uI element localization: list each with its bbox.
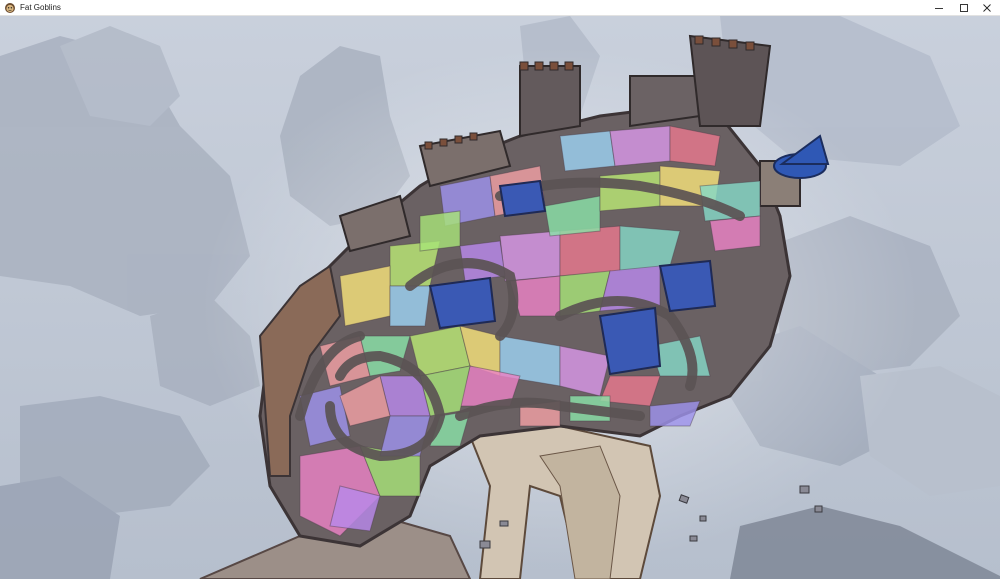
navmesh-region — [609, 125, 671, 167]
game-window: Fat Goblins — [0, 0, 1000, 579]
navmesh-region — [559, 130, 616, 172]
castle-scene[interactable] — [0, 16, 1000, 579]
navmesh-region — [709, 215, 761, 252]
navmesh-region — [419, 210, 461, 252]
minimize-button[interactable] — [926, 0, 952, 16]
game-viewport[interactable] — [0, 16, 1000, 579]
goblin-face-icon — [5, 2, 15, 13]
close-button[interactable] — [974, 0, 1000, 16]
maximize-icon — [960, 4, 968, 12]
navmesh-region — [339, 265, 391, 327]
window-title: Fat Goblins — [20, 3, 61, 12]
navmesh-region — [389, 285, 431, 327]
minimize-icon — [935, 8, 943, 9]
close-icon — [983, 4, 991, 12]
title-bar[interactable]: Fat Goblins — [0, 0, 1000, 16]
